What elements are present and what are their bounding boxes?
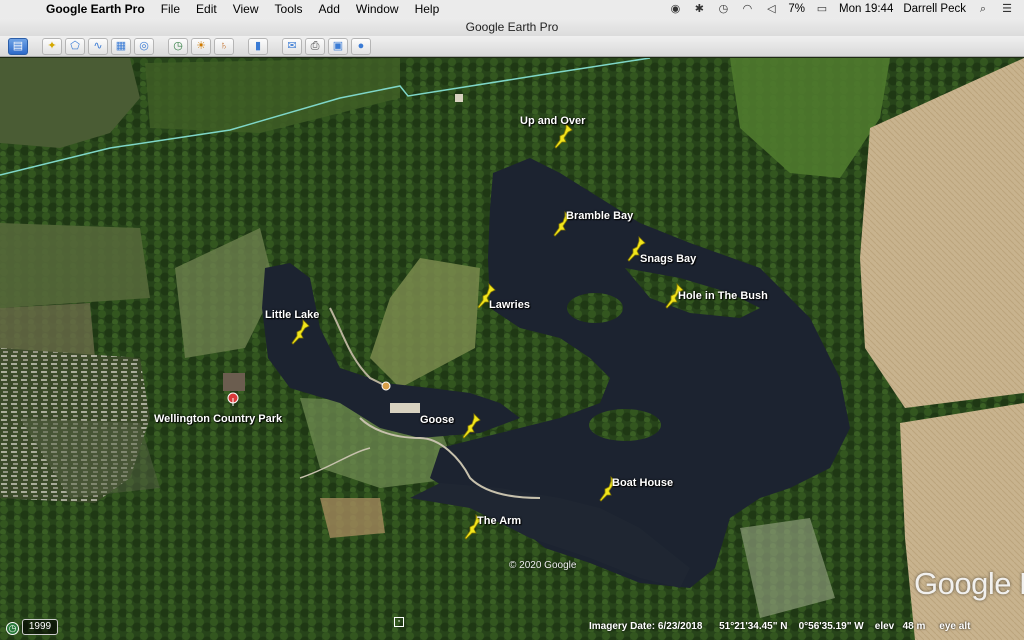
print-icon[interactable]: ⎙: [305, 37, 325, 55]
notification-center-icon[interactable]: ☰: [1000, 3, 1014, 15]
placemark-pin-icon[interactable]: [461, 413, 481, 439]
bluetooth-icon[interactable]: ✱: [692, 3, 706, 15]
google-earth-status-icon[interactable]: ◉: [668, 3, 682, 15]
planets-icon[interactable]: ♄: [214, 37, 234, 55]
email-icon[interactable]: ✉: [282, 37, 302, 55]
spotlight-search-icon[interactable]: ⌕: [976, 3, 990, 15]
wifi-icon[interactable]: ◠: [740, 3, 754, 15]
imagery-date: 6/23/2018: [657, 621, 703, 632]
view-in-maps-icon[interactable]: ●: [351, 37, 371, 55]
placemark-label[interactable]: Hole in The Bush: [678, 290, 768, 302]
elevation-label: elev: [874, 621, 895, 632]
volume-icon[interactable]: ◁: [764, 3, 778, 15]
placemark-label[interactable]: Up and Over: [520, 115, 585, 127]
menu-add[interactable]: Add: [311, 2, 348, 16]
longitude: 0°56'35.19" W: [798, 621, 864, 632]
placemark-label[interactable]: Wellington Country Park: [154, 413, 282, 425]
historical-imagery-icon[interactable]: ◷: [6, 622, 19, 635]
historical-imagery-icon[interactable]: ◷: [168, 37, 188, 55]
path-icon[interactable]: ∿: [88, 37, 108, 55]
menu-edit[interactable]: Edit: [188, 2, 225, 16]
latitude: 51°21'34.45" N: [719, 621, 788, 632]
placemark-pin-icon[interactable]: [290, 319, 310, 345]
menu-app-name[interactable]: Google Earth Pro: [38, 2, 153, 16]
save-image-icon[interactable]: ▣: [328, 37, 348, 55]
battery-percent: 7%: [788, 3, 805, 15]
elevation: 48 m: [902, 621, 926, 632]
placemark-label[interactable]: Snags Bay: [640, 253, 696, 265]
polygon-icon[interactable]: ⬠: [65, 37, 85, 55]
menu-view[interactable]: View: [225, 2, 267, 16]
placemark-label[interactable]: Lawries: [489, 299, 530, 311]
user-name[interactable]: Darrell Peck: [903, 3, 966, 15]
time-machine-icon[interactable]: ◷: [716, 3, 730, 15]
ruler-icon[interactable]: ▮: [248, 37, 268, 55]
imagery-copyright: © 2020 Google: [509, 560, 577, 571]
earth-view[interactable]: Up and Over Bramble Bay Snags Bay Hole i…: [0, 58, 1024, 640]
placemark-label[interactable]: Goose: [420, 414, 454, 426]
placemark-label[interactable]: Little Lake: [265, 309, 319, 321]
satellite-imagery[interactable]: [0, 58, 1024, 640]
sunlight-icon[interactable]: ☀: [191, 37, 211, 55]
placemark-label[interactable]: Bramble Bay: [566, 210, 633, 222]
placemark-label[interactable]: The Arm: [477, 515, 521, 527]
historical-year-box[interactable]: 1999: [22, 619, 58, 635]
google-earth-logo: Google E: [914, 566, 1024, 601]
toolbar: ▤ ✦ ⬠ ∿ ▦ ◎ ◷ ☀ ♄ ▮ ✉ ⎙ ▣ ●: [0, 36, 1024, 57]
placemark-label[interactable]: Boat House: [612, 477, 673, 489]
tour-guide-icon[interactable]: ▫: [394, 617, 404, 627]
menu-help[interactable]: Help: [407, 2, 448, 16]
placemark-icon[interactable]: ✦: [42, 37, 62, 55]
record-tour-icon[interactable]: ◎: [134, 37, 154, 55]
sidebar-toggle-icon[interactable]: ▤: [8, 37, 28, 55]
menu-tools[interactable]: Tools: [267, 2, 311, 16]
menu-window[interactable]: Window: [348, 2, 407, 16]
menu-file[interactable]: File: [153, 2, 188, 16]
imagery-date-label: Imagery Date:: [589, 621, 656, 632]
image-overlay-icon[interactable]: ▦: [111, 37, 131, 55]
status-bar: Imagery Date: 6/23/2018 51°21'34.45" N 0…: [589, 621, 970, 632]
battery-icon[interactable]: ▭: [815, 3, 829, 15]
menu-bar: Google Earth Pro File Edit View Tools Ad…: [0, 0, 1024, 18]
eye-altitude-label: eye alt: [939, 621, 971, 632]
window-title: Google Earth Pro: [0, 18, 1024, 36]
clock[interactable]: Mon 19:44: [839, 3, 893, 15]
